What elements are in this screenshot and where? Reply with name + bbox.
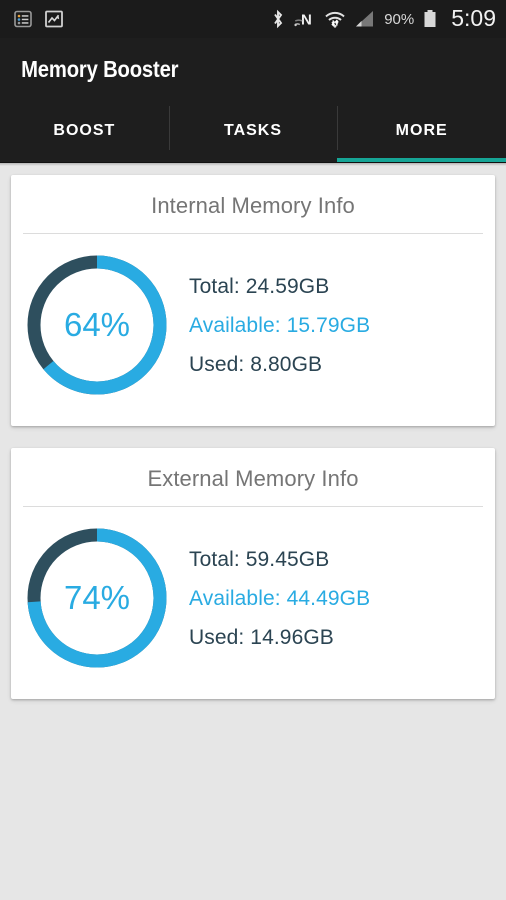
internal-memory-stats: Total: 24.59GB Available: 15.79GB Used: … <box>183 267 495 384</box>
external-memory-available: Available: 44.49GB <box>189 586 371 610</box>
clock-label: 5:09 <box>451 4 496 31</box>
svg-text:N: N <box>301 12 312 29</box>
external-memory-used: Used: 14.96GB <box>189 625 334 649</box>
nfc-icon: N <box>294 9 315 29</box>
tab-boost[interactable]: BOOST <box>0 100 169 162</box>
internal-memory-donut-chart: 64% <box>22 250 172 400</box>
internal-memory-total: Total: 24.59GB <box>189 274 330 298</box>
app-bar: Memory Booster <box>0 38 506 100</box>
battery-icon <box>423 9 437 29</box>
internal-memory-card: Internal Memory Info 64% Total: 24.59GB … <box>11 175 495 426</box>
internal-memory-used: Used: 8.80GB <box>189 352 323 376</box>
app-title: Memory Booster <box>21 55 179 82</box>
tab-boost-label: BOOST <box>53 122 116 139</box>
internal-memory-card-body: 64% Total: 24.59GB Available: 15.79GB Us… <box>11 234 495 418</box>
wifi-icon <box>324 9 346 29</box>
bluetooth-icon <box>271 9 285 29</box>
tab-bar: BOOST TASKS MORE <box>0 100 506 163</box>
cellular-signal-icon <box>355 10 375 28</box>
external-memory-percent-label: 74% <box>63 579 131 616</box>
tab-tasks[interactable]: TASKS <box>168 100 338 162</box>
internal-memory-percent-label: 64% <box>63 306 131 343</box>
external-memory-stats: Total: 59.45GB Available: 44.49GB Used: … <box>183 540 495 657</box>
status-bar-notifications <box>14 10 63 28</box>
list-notification-icon <box>14 10 32 28</box>
status-bar-system-icons: N 90% 5:09 <box>271 4 496 31</box>
tab-more-label: MORE <box>395 122 448 139</box>
tab-tasks-label: TASKS <box>223 122 283 139</box>
battery-percent-label: 90% <box>384 10 415 28</box>
tab-more[interactable]: MORE <box>337 100 506 162</box>
internal-memory-available: Available: 15.79GB <box>189 313 371 337</box>
content-area: Internal Memory Info 64% Total: 24.59GB … <box>0 166 506 699</box>
app-screen: N 90% 5:09 Memory Booster BOOST TASKS MO… <box>0 0 506 900</box>
image-notification-icon <box>45 10 63 28</box>
external-memory-total: Total: 59.45GB <box>189 547 330 571</box>
internal-memory-card-title: Internal Memory Info <box>151 193 355 218</box>
external-memory-donut-chart: 74% <box>22 523 172 673</box>
external-memory-card-title: External Memory Info <box>147 466 359 491</box>
external-memory-card: External Memory Info 74% Total: 59.45GB … <box>11 448 495 699</box>
external-memory-card-body: 74% Total: 59.45GB Available: 44.49GB Us… <box>11 507 495 691</box>
internal-memory-donut-wrap: 64% <box>11 250 183 400</box>
active-tab-indicator <box>337 158 506 162</box>
status-bar: N 90% 5:09 <box>0 0 506 38</box>
external-memory-donut-wrap: 74% <box>11 523 183 673</box>
